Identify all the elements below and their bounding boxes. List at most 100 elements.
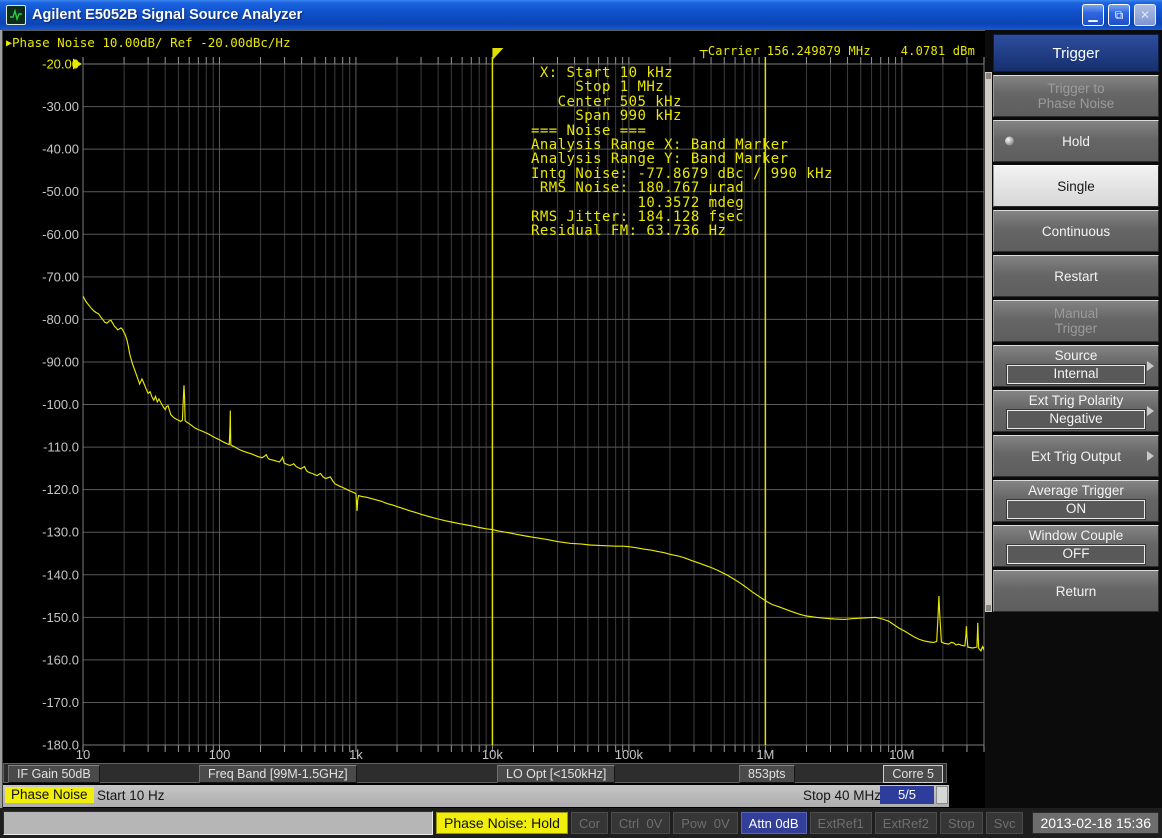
status-phase-noise-hold: Phase Noise: Hold [436,812,568,834]
softkey-label: Restart [1054,269,1098,284]
submenu-arrow-icon [1147,406,1154,416]
softkey-label: Window Couple [1029,528,1124,543]
measurement-settings-bar: IF Gain 50dB Freq Band [99M-1.5GHz] LO O… [3,763,947,783]
carrier-label: Carrier [708,44,760,58]
status-cor: Cor [571,812,608,834]
window-title: Agilent E5052B Signal Source Analyzer [32,7,1082,23]
scroll-down-icon[interactable] [986,605,991,611]
status-attn-0db: Attn 0dB [741,812,807,834]
softkey-menu-title: Trigger [993,34,1159,72]
softkey-label-line2: Trigger [1055,321,1097,336]
x-axis-tick-label: 1M [756,747,774,762]
x-axis-tick-label: 100 [209,747,231,762]
y-axis-tick-label: -100.0 [42,397,79,412]
y-axis-tick-label: -60.00 [42,227,79,242]
softkey-label: Ext Trig Polarity [1029,393,1124,408]
sweep-stop-label: Stop 40 MHz [803,787,881,803]
measurement-mode-tab[interactable]: Phase Noise [5,787,94,803]
softkey-return[interactable]: Return [993,570,1159,612]
softkey-source[interactable]: Source Internal [993,345,1159,387]
softkey-trigger-to-phase-noise: Trigger toPhase Noise [993,75,1159,117]
softkey-single[interactable]: Single [993,165,1159,207]
x-axis-tick-label: 10k [482,747,503,762]
phase-noise-plot-svg: -20.00-30.00-40.00-50.00-60.00-70.00-80.… [3,31,986,763]
softkey-label-line2: Phase Noise [1038,96,1115,111]
softkey-source-value: Internal [1007,365,1145,384]
status-2013-02-18-15-36: 2013-02-18 15:36 [1032,812,1159,834]
submenu-arrow-icon [1147,361,1154,371]
sweep-start-label: Start 10 Hz [97,787,165,803]
phase-noise-plot-window: -20.00-30.00-40.00-50.00-60.00-70.00-80.… [2,30,985,808]
softkey-hold[interactable]: Hold [993,120,1159,162]
softkey-label: Return [1056,584,1097,599]
softkey-ext-trig-polarity-value: Negative [1007,410,1145,429]
selected-bullet-icon [1005,137,1014,146]
submenu-arrow-icon [1147,451,1154,461]
x-axis-tick-label: 10 [76,747,90,762]
app-icon [6,5,26,25]
x-axis-tick-label: 1k [349,747,363,762]
status-svc: Svc [986,812,1024,834]
correction-indicator: Corre 5 [883,765,943,783]
softkey-menu: Trigger Trigger toPhase Noise Hold Single C… [993,34,1159,612]
instrument-status-bar: Phase Noise: HoldCorCtrl 0VPow 0VAttn 0d… [0,808,1162,838]
status-ctrl-0v: Ctrl 0V [611,812,670,834]
status-extref2: ExtRef2 [875,812,937,834]
softkey-label: Average Trigger [1028,483,1124,498]
softkey-scrollbar[interactable] [985,72,992,612]
page-spinner[interactable] [936,786,948,804]
y-axis-tick-label: -80.00 [42,312,79,327]
y-axis-tick-label: -40.00 [42,142,79,157]
restore-button[interactable]: ⧉ [1108,4,1130,26]
message-box [3,811,433,835]
band-marker-flag-icon[interactable] [492,48,503,60]
scroll-up-icon[interactable] [986,73,991,79]
y-axis-tick-label: -50.00 [42,184,79,199]
lo-opt-indicator: LO Opt [<150kHz] [497,765,615,783]
noise-analysis-readout: X: Start 10 kHz Stop 1 MHz Center 505 kH… [531,66,833,239]
status-pow-0v: Pow 0V [673,812,737,834]
x-axis-tick-label: 100k [615,747,644,762]
status-extref1: ExtRef1 [810,812,872,834]
softkey-label: Continuous [1042,224,1110,239]
close-button: ✕ [1134,4,1156,26]
softkey-continuous[interactable]: Continuous [993,210,1159,252]
y-axis-tick-label: -110.0 [43,440,79,455]
softkey-ext-trig-polarity[interactable]: Ext Trig Polarity Negative [993,390,1159,432]
y-axis-tick-label: -140.0 [42,567,79,582]
softkey-window-couple[interactable]: Window Couple OFF [993,525,1159,567]
y-axis-tick-label: -180.0 [42,738,79,753]
y-axis-tick-label: -150.0 [42,610,79,625]
softkey-label: Ext Trig Output [1031,449,1121,464]
e5052b-application-window: Agilent E5052B Signal Source Analyzer ▁ … [0,0,1162,838]
carrier-power: 4.0781 dBm [901,44,975,58]
softkey-label: Trigger to [1047,81,1104,96]
softkey-average-trigger[interactable]: Average TriggerON [993,480,1159,522]
softkey-restart[interactable]: Restart [993,255,1159,297]
x-axis-tick-label: 10M [889,747,914,762]
y-axis-tick-label: -30.00 [42,99,79,114]
softkey-sidebar: Trigger Trigger toPhase Noise Hold Single C… [985,30,1162,808]
y-axis-tick-label: -160.0 [42,652,79,667]
softkey-label: Manual [1054,306,1098,321]
softkey-label: Hold [1062,134,1090,149]
softkey-window-couple-value: OFF [1007,545,1145,564]
trace-header[interactable]: ▶Phase Noise 10.00dB/ Ref -20.00dBc/Hz [6,35,290,50]
y-axis-tick-label: -70.00 [42,269,79,284]
softkey-ext-trig-output[interactable]: Ext Trig Output [993,435,1159,477]
points-indicator: 853pts [739,765,795,783]
measurement-nav-bar: Phase Noise Start 10 Hz Stop 40 MHz 5/5 [3,785,949,807]
carrier-marker-icon: ┬ [700,44,708,59]
y-axis-tick-label: -90.00 [42,354,79,369]
carrier-frequency: 156.249879 MHz [767,44,871,58]
carrier-readout: ┬Carrier 156.249879 MHz 4.0781 dBm [700,44,975,59]
softkey-label: Source [1055,348,1098,363]
minimize-button[interactable]: ▁ [1082,4,1104,26]
freq-band-indicator: Freq Band [99M-1.5GHz] [199,765,357,783]
status-stop: Stop [940,812,983,834]
softkey-manual-trigger: ManualTrigger [993,300,1159,342]
title-bar: Agilent E5052B Signal Source Analyzer ▁ … [0,0,1162,30]
trace-header-label: Phase Noise 10.00dB/ Ref -20.00dBc/Hz [12,35,290,50]
if-gain-indicator: IF Gain 50dB [8,765,100,783]
y-axis-tick-label: -120.0 [42,482,79,497]
